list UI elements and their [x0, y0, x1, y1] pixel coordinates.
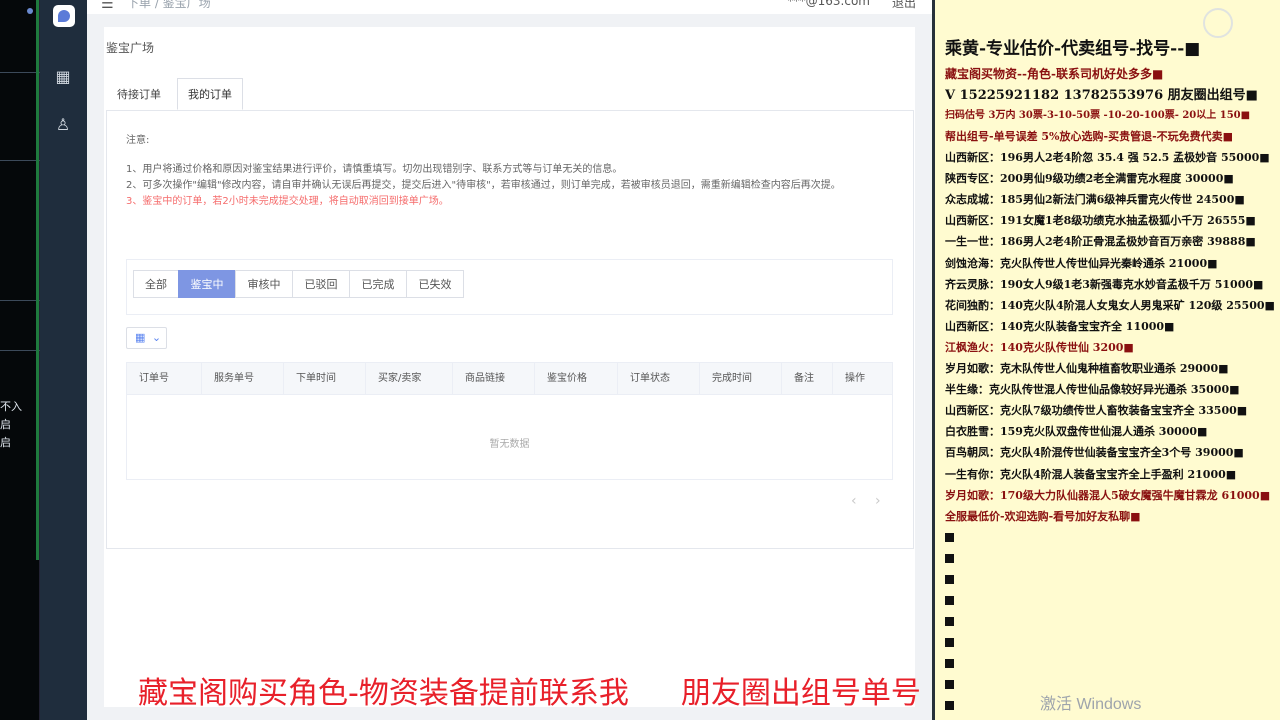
bullet-square-icon	[945, 533, 954, 542]
chevron-left-icon[interactable]: ‹	[851, 493, 857, 509]
stream-line: 山西新区：克火队7级功绩传世人畜牧装备宝宝齐全 33500■	[945, 404, 1248, 417]
bullet-square-icon	[945, 575, 954, 584]
stream-line: 山西新区：140克火队装备宝宝齐全 11000■	[945, 320, 1175, 333]
main-content: ☰ 下单 / 鉴宝广场 ***@163.com 退出 鉴宝广场 待接订单 我的订…	[87, 0, 932, 720]
filter-reviewing-button[interactable]: 审核中	[235, 270, 293, 298]
divider	[0, 350, 40, 351]
column-header: 商品链接	[453, 363, 535, 395]
notice-item: 2、可多次操作"编辑"修改内容，请自审并确认无误后再提交，提交后进入"待审核"，…	[126, 180, 841, 191]
status-dot-icon	[27, 8, 33, 14]
caption-left: 藏宝阁购买角色-物资装备提前联系我	[138, 676, 629, 711]
building-icon[interactable]: ▦	[52, 66, 74, 88]
strip-text: 启	[0, 436, 11, 449]
bullet-square-icon	[945, 554, 954, 563]
tab-pending-orders[interactable]: 待接订单	[106, 78, 172, 110]
stream-line: 山西新区：191女魔1老8级功绩克水抽孟极狐小千万 26555■	[945, 214, 1256, 227]
orders-table: 订单号 服务单号 下单时间 买家/卖家 商品链接 鉴宝价格 订单状态 完成时间 …	[126, 362, 893, 480]
stream-line: V 15225921182 13782553976 朋友圈出组号■	[945, 88, 1258, 103]
stream-line: 白衣胜雪：159克火队双盘传世仙混人通杀 30000■	[945, 425, 1208, 438]
divider	[0, 300, 40, 301]
filter-all-button[interactable]: 全部	[133, 270, 179, 298]
stream-line: 扫码估号 3万内 30票-3-10-50票 -10-20-100票- 20以上 …	[945, 110, 1251, 121]
stream-line: 岁月如歌：克木队传世人仙鬼种植畜牧职业通杀 29000■	[945, 362, 1229, 375]
stream-line: 一生有你：克火队4阶混人装备宝宝齐全上手盈利 21000■	[945, 468, 1237, 481]
stream-line: 岁月如歌：170级大力队仙器混人5破女魔强牛魔甘霖龙 61000■	[945, 489, 1271, 502]
page-title: 鉴宝广场	[106, 41, 155, 55]
page-panel: 鉴宝广场 待接订单 我的订单 注意: 1、用户将通过价格和原因对鉴宝结果进行评价…	[104, 27, 915, 707]
filter-rejected-button[interactable]: 已驳回	[292, 270, 350, 298]
chevron-down-icon: ⌄	[151, 331, 162, 344]
notice-item: 1、用户将通过价格和原因对鉴宝结果进行评价，请慎重填写。切勿出现错别字、联系方式…	[126, 164, 623, 175]
grid-icon: ▦	[135, 331, 146, 344]
caption-right: 朋友圈出组号单号	[680, 676, 921, 711]
stream-line: 江枫渔火：140克火队传世仙 3200■	[945, 341, 1134, 354]
column-header: 订单状态	[618, 363, 700, 395]
stream-line: 藏宝阁买物资--角色-联系司机好处多多■	[945, 67, 1164, 81]
user-icon[interactable]: ♙	[52, 114, 74, 136]
breadcrumb: 下单 / 鉴宝广场	[127, 0, 211, 10]
app-sidebar: ▦ ♙	[40, 0, 87, 720]
column-header: 订单号	[127, 363, 202, 395]
stream-line: 山西新区：196男人2老4阶忽 35.4 强 52.5 孟极妙音 55000■	[945, 151, 1270, 164]
tab-my-orders[interactable]: 我的订单	[177, 78, 243, 110]
bullet-square-icon	[945, 596, 954, 605]
filter-expired-button[interactable]: 已失效	[406, 270, 464, 298]
stream-line: 剑蚀沧海：克火队传世人传世仙异光秦岭通杀 21000■	[945, 257, 1218, 270]
column-header: 下单时间	[284, 363, 366, 395]
notice-item-warning: 3、鉴宝中的订单，若2小时未完成提交处理，将自动取消回到接单广场。	[126, 196, 449, 207]
screen: 不入 启 启 ▦ ♙ ☰ 下单 / 鉴宝广场 ***@163.com 退出 鉴宝…	[0, 0, 1280, 720]
top-bar: ☰ 下单 / 鉴宝广场 ***@163.com 退出	[87, 0, 932, 14]
stream-line: 花间独酌：140克火队4阶混人女鬼女人男鬼采矿 120级 25500■	[945, 299, 1275, 312]
notice-block: 注意: 1、用户将通过价格和原因对鉴宝结果进行评价，请慎重填写。切勿出现错别字、…	[126, 133, 906, 210]
logout-button[interactable]: 退出	[892, 0, 916, 11]
column-settings-dropdown[interactable]: ▦ ⌄	[126, 327, 167, 349]
divider	[0, 160, 40, 161]
user-email[interactable]: ***@163.com	[788, 0, 870, 8]
stream-line: 帮出组号-单号误差 5%放心选购-买贵管退-不玩免费代卖■	[945, 130, 1234, 143]
column-header: 完成时间	[700, 363, 782, 395]
strip-text: 不入	[0, 400, 22, 413]
stream-overlay-panel: 乘黄-专业估价-代卖组号-找号--■ 藏宝阁买物资--角色-联系司机好处多多■ V …	[932, 0, 1280, 720]
table-header: 订单号 服务单号 下单时间 买家/卖家 商品链接 鉴宝价格 订单状态 完成时间 …	[127, 363, 892, 395]
scrollbar[interactable]	[36, 0, 39, 560]
stream-line: 百鸟朝凤：克火队4阶混传世仙装备宝宝齐全3个号 39000■	[945, 446, 1244, 459]
stream-line: 半生缘：克火队传世混人传世仙品像较好异光通杀 35000■	[945, 383, 1240, 396]
windows-activation-watermark: 激活 Windows	[1040, 696, 1142, 713]
stream-caption: 藏宝阁购买角色-物资装备提前联系我 朋友圈出组号单号	[138, 668, 973, 712]
stream-line: 一生一世：186男人2老4阶正骨混孟极妙音百万亲密 39888■	[945, 235, 1256, 248]
stream-line: 乘黄-专业估价-代卖组号-找号--■	[945, 39, 1201, 59]
app-logo-icon[interactable]	[53, 5, 75, 27]
bullet-square-icon	[945, 617, 954, 626]
bullet-square-icon	[945, 638, 954, 647]
column-header: 操作	[845, 373, 865, 384]
stream-line: 众志成城：185男仙2新法门满6级神兵雷克火传世 24500■	[945, 193, 1245, 206]
empty-state: 暂无数据	[489, 439, 530, 450]
strip-text: 启	[0, 418, 11, 431]
column-header: 备注	[782, 363, 833, 395]
stream-line: 全服最低价-欢迎选购-看号加好友私聊■	[945, 510, 1141, 523]
column-header: 服务单号	[202, 363, 284, 395]
orders-content: 注意: 1、用户将通过价格和原因对鉴宝结果进行评价，请慎重填写。切勿出现错别字、…	[106, 110, 914, 549]
left-window-strip: 不入 启 启	[0, 0, 40, 720]
filter-appraising-button[interactable]: 鉴宝中	[178, 270, 236, 298]
notice-heading: 注意:	[126, 135, 150, 146]
status-filter-group: 全部 鉴宝中 审核中 已驳回 已完成 已失效	[126, 259, 893, 315]
divider	[0, 72, 40, 73]
stream-line: 陕西专区：200男仙9级功绩2老全满雷克水程度 30000■	[945, 172, 1234, 185]
filter-completed-button[interactable]: 已完成	[349, 270, 407, 298]
stream-line: 齐云灵脉：190女人9级1老3新强毒克水妙音孟极千万 51000■	[945, 278, 1264, 291]
menu-icon[interactable]: ☰	[101, 0, 114, 12]
bullet-square-icon	[945, 659, 954, 668]
chevron-right-icon[interactable]: ›	[875, 493, 881, 509]
column-header: 鉴宝价格	[535, 363, 618, 395]
column-header: 买家/卖家	[366, 363, 453, 395]
